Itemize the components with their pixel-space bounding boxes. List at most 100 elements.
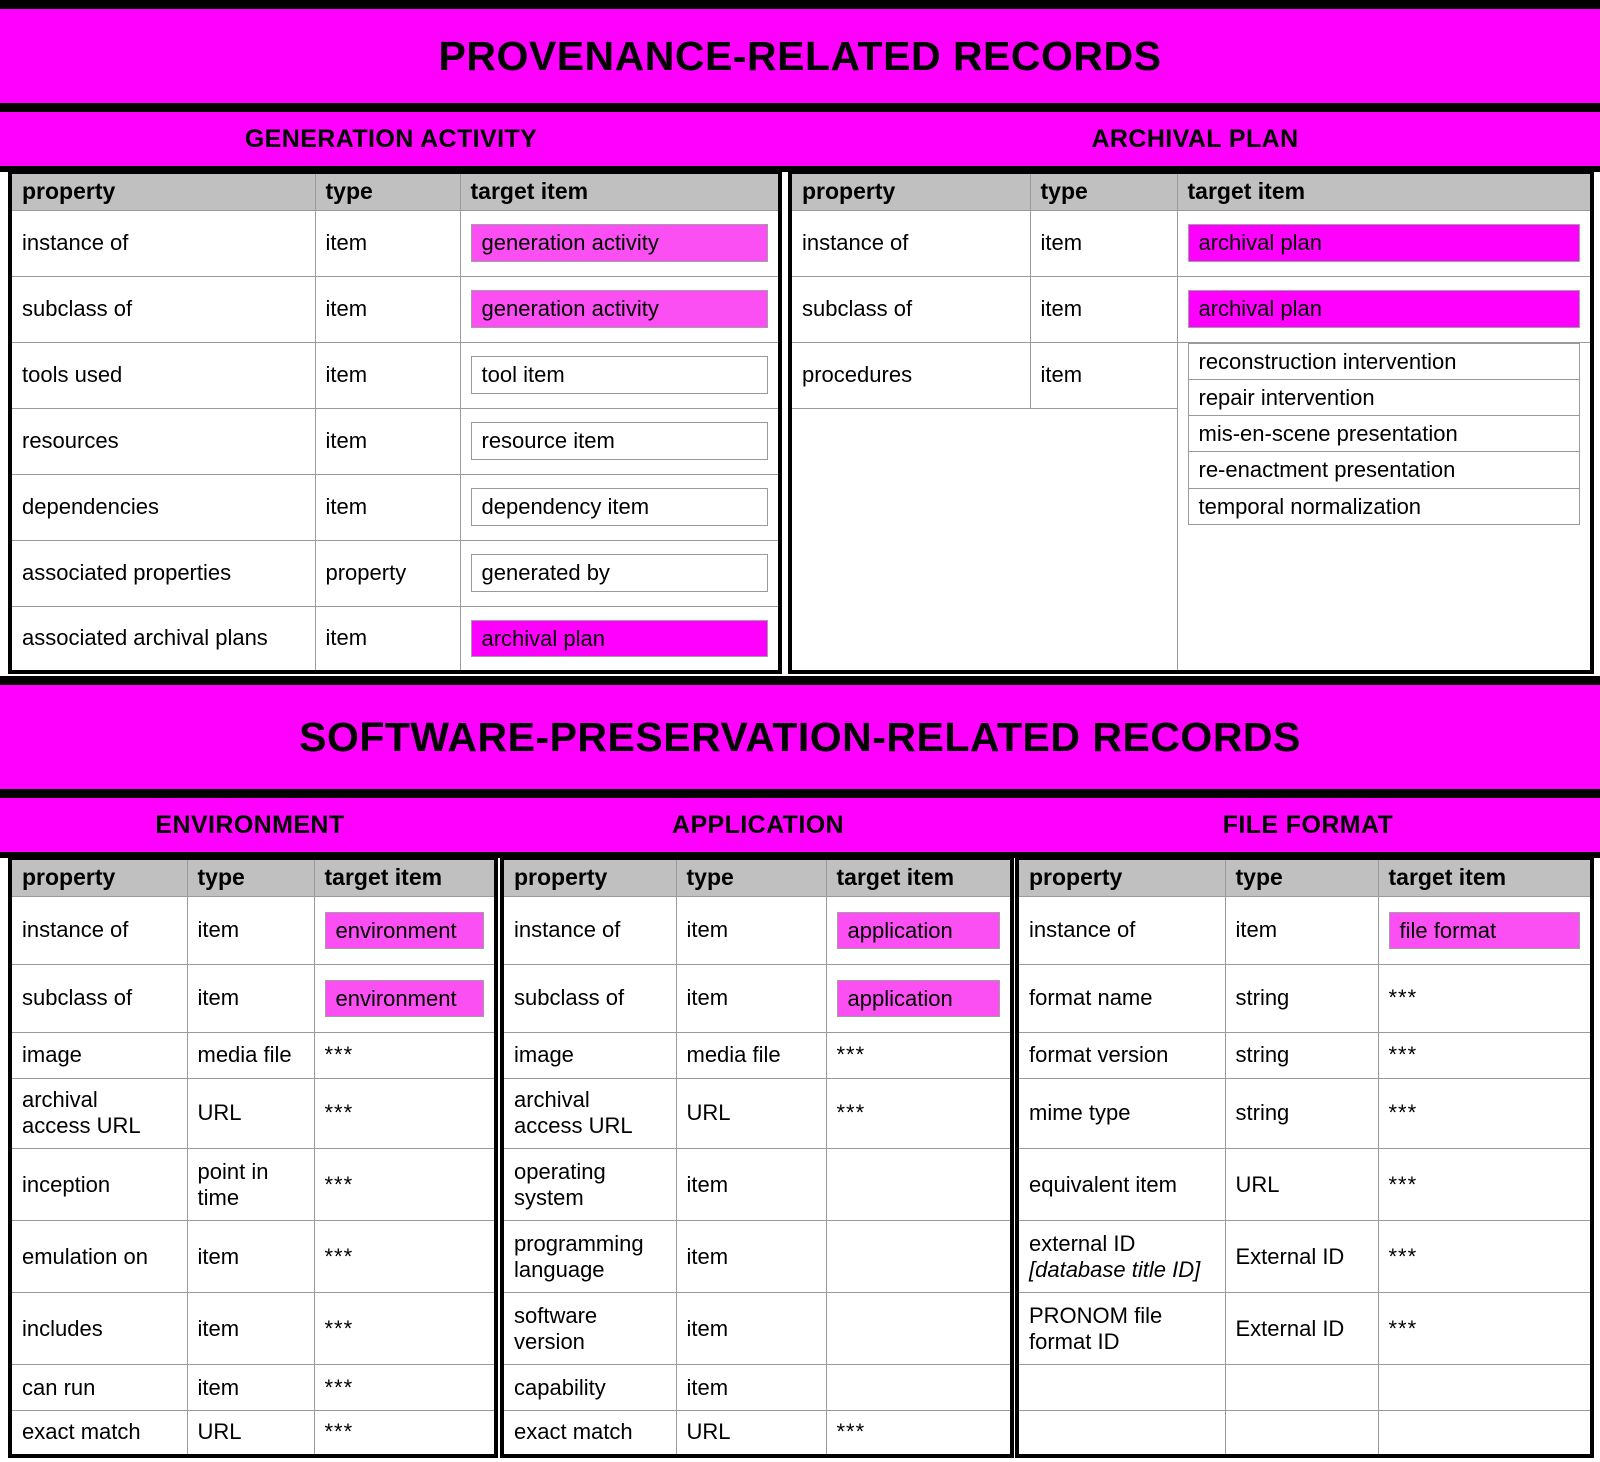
col-header-target-item: target item — [1377, 857, 1593, 897]
cell-type: URL — [675, 1409, 827, 1457]
cell-property: subclass of — [9, 963, 188, 1034]
cell-target: archival plan — [1176, 275, 1593, 343]
col-header-property: property — [9, 171, 316, 211]
cell-property: archival access URL — [501, 1077, 677, 1150]
table-row: resources item resource item — [9, 407, 781, 475]
target-chip: generated by — [470, 554, 768, 592]
col-header-property: property — [789, 171, 1031, 211]
cell-type: URL — [186, 1077, 315, 1150]
cell-property-external-id: external ID [database title ID] — [1016, 1220, 1226, 1293]
cell-property: archival access URL — [9, 1077, 188, 1150]
table-row — [1016, 1409, 1593, 1457]
table-row: mime type string *** — [1016, 1077, 1593, 1150]
cell-property: instance of — [501, 895, 677, 965]
cell-property: exact match — [9, 1409, 188, 1457]
cell-target — [825, 1291, 1013, 1366]
col-header-target-item: target item — [459, 171, 781, 211]
cell-property — [1016, 1364, 1226, 1411]
cell-property: includes — [9, 1291, 188, 1366]
provenance-subheading-band: GENERATION ACTIVITY ARCHIVAL PLAN — [0, 112, 1600, 166]
col-header-type: type — [314, 171, 461, 211]
table-header-row: property type target item — [501, 857, 1013, 897]
cell-type: URL — [1224, 1148, 1379, 1222]
col-header-type: type — [1029, 171, 1178, 211]
table-row: subclass of item generation activity — [9, 275, 781, 343]
cell-property: procedures — [789, 341, 1031, 409]
subheading-environment: ENVIRONMENT — [155, 810, 345, 839]
target-chip: generation activity — [470, 224, 768, 262]
cell-property: capability — [501, 1364, 677, 1411]
cell-target: *** — [825, 1409, 1013, 1457]
table-row: procedures item reconstruction intervent… — [789, 341, 1593, 673]
cell-property: instance of — [9, 895, 188, 965]
cell-type: item — [675, 1291, 827, 1366]
cell-type: item — [186, 963, 315, 1034]
cell-target: *** — [1377, 1148, 1593, 1222]
procedures-list: reconstruction intervention repair inter… — [1187, 343, 1580, 525]
table-row: subclass of item archival plan — [789, 275, 1593, 343]
cell-type: item — [314, 473, 461, 541]
target-chip: generation activity — [470, 290, 768, 328]
cell-target: generated by — [459, 539, 781, 607]
table-row: subclass of item environment — [9, 963, 497, 1034]
target-chip: resource item — [470, 422, 768, 460]
cell-target: *** — [1377, 1032, 1593, 1079]
section-title: SOFTWARE-PRESERVATION-RELATED RECORDS — [299, 713, 1301, 760]
cell-type: External ID — [1224, 1220, 1379, 1293]
subheading-generation-activity: GENERATION ACTIVITY — [244, 124, 538, 153]
cell-empty — [789, 407, 1178, 673]
cell-target: dependency item — [459, 473, 781, 541]
cell-target: *** — [313, 1220, 497, 1293]
infographic-page: PROVENANCE-RELATED RECORDS GENERATION AC… — [0, 0, 1600, 1462]
col-header-type: type — [1224, 857, 1379, 897]
target-chip: environment — [324, 911, 484, 949]
cell-type: string — [1224, 1032, 1379, 1079]
page-title: PROVENANCE-RELATED RECORDS — [438, 32, 1162, 79]
cell-type: media file — [186, 1032, 315, 1079]
target-chip: archival plan — [1187, 290, 1580, 328]
cell-target — [1377, 1364, 1593, 1411]
cell-property: format name — [1016, 963, 1226, 1034]
archival-plan-table: property type target item instance of it… — [788, 170, 1594, 674]
generation-activity-table: property type target item instance of it… — [8, 170, 782, 674]
cell-type: item — [675, 895, 827, 965]
target-chip: application — [836, 911, 1000, 949]
cell-type: item — [314, 275, 461, 343]
cell-property: associated archival plans — [9, 605, 316, 673]
cell-property: instance of — [1016, 895, 1226, 965]
cell-type: URL — [186, 1409, 315, 1457]
application-table: property type target item instance of it… — [500, 856, 1014, 1458]
cell-property: image — [501, 1032, 677, 1079]
cell-type: item — [314, 407, 461, 475]
cell-target: *** — [1377, 963, 1593, 1034]
cell-property: resources — [9, 407, 316, 475]
cell-property: image — [9, 1032, 188, 1079]
software-preservation-subheading-band: ENVIRONMENT APPLICATION FILE FORMAT — [0, 798, 1600, 852]
cell-property: software version — [501, 1291, 677, 1366]
target-chip: file format — [1388, 911, 1580, 949]
cell-property: format version — [1016, 1032, 1226, 1079]
subheading-application: APPLICATION — [672, 810, 844, 839]
table-header-row: property type target item — [789, 171, 1593, 211]
cell-target: resource item — [459, 407, 781, 475]
file-format-table: property type target item instance of it… — [1015, 856, 1594, 1458]
cell-target: environment — [313, 963, 497, 1034]
cell-property: inception — [9, 1148, 188, 1222]
cell-type: item — [675, 1148, 827, 1222]
table-row: instance of item generation activity — [9, 209, 781, 277]
cell-target: file format — [1377, 895, 1593, 965]
table-row: subclass of item application — [501, 963, 1013, 1034]
col-header-type: type — [186, 857, 315, 897]
cell-type: item — [186, 1364, 315, 1411]
cell-target: *** — [1377, 1220, 1593, 1293]
property-sublabel: [database title ID] — [1029, 1256, 1201, 1282]
table-row: exact match URL *** — [501, 1409, 1013, 1457]
target-chip: application — [836, 979, 1000, 1018]
list-item: reconstruction intervention — [1187, 343, 1580, 379]
cell-property: operating system — [501, 1148, 677, 1222]
cell-type: item — [675, 1364, 827, 1411]
list-item: temporal normalization — [1187, 487, 1580, 525]
cell-property: exact match — [501, 1409, 677, 1457]
list-item: repair intervention — [1187, 378, 1580, 416]
cell-target: *** — [313, 1291, 497, 1366]
